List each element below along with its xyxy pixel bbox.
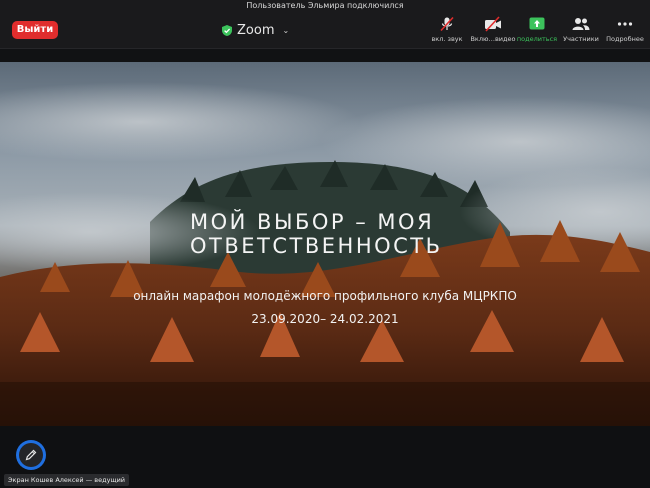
join-notification: Пользователь Эльмира подключился bbox=[0, 0, 650, 12]
participants-button[interactable]: Участники bbox=[556, 16, 606, 46]
video-off-icon bbox=[485, 16, 501, 32]
slide-subtitle: онлайн марафон молодёжного профильного к… bbox=[133, 289, 517, 303]
slide-title-line2: ОТВЕТСТВЕННОСТЬ bbox=[190, 234, 443, 258]
mic-muted-icon bbox=[440, 16, 454, 32]
slide-dates: 23.09.2020– 24.02.2021 bbox=[251, 312, 399, 326]
unmute-label: вкл. звук bbox=[431, 35, 463, 43]
share-screen-button[interactable]: поделиться bbox=[512, 16, 562, 46]
share-screen-icon bbox=[529, 17, 545, 30]
slide-title: МОЙ ВЫБОР – МОЯ ОТВЕТСТВЕННОСТЬ bbox=[190, 210, 510, 258]
chevron-down-icon: ⌄ bbox=[282, 25, 290, 35]
participants-label: Участники bbox=[563, 35, 599, 43]
bottom-area: Экран Кошев Алексей — ведущий bbox=[0, 426, 650, 488]
more-icon bbox=[617, 22, 633, 26]
unmute-button[interactable]: вкл. звук bbox=[422, 16, 472, 46]
shield-check-icon bbox=[222, 24, 232, 36]
slide-title-line1: МОЙ ВЫБОР – МОЯ bbox=[190, 210, 435, 234]
meeting-toolbar: Выйти Zoom ⌄ вкл. звук Вклю…видео подели… bbox=[0, 12, 650, 49]
presenter-label: Экран Кошев Алексей — ведущий bbox=[4, 474, 130, 486]
pencil-icon bbox=[25, 449, 37, 461]
participants-icon bbox=[572, 18, 590, 30]
more-button[interactable]: Подробнее bbox=[600, 16, 650, 46]
shared-screen: МОЙ ВЫБОР – МОЯ ОТВЕТСТВЕННОСТЬ онлайн м… bbox=[0, 62, 650, 426]
annotate-button-inner bbox=[19, 443, 43, 467]
start-video-button[interactable]: Вклю…видео bbox=[468, 16, 518, 46]
meeting-title: Zoom bbox=[237, 22, 275, 38]
start-video-label: Вклю…видео bbox=[470, 35, 516, 43]
annotate-button[interactable] bbox=[16, 440, 46, 470]
share-screen-label: поделиться bbox=[516, 35, 558, 43]
more-label: Подробнее bbox=[606, 35, 644, 43]
meeting-title-dropdown[interactable]: Zoom ⌄ bbox=[222, 20, 289, 40]
leave-button[interactable]: Выйти bbox=[12, 21, 58, 39]
